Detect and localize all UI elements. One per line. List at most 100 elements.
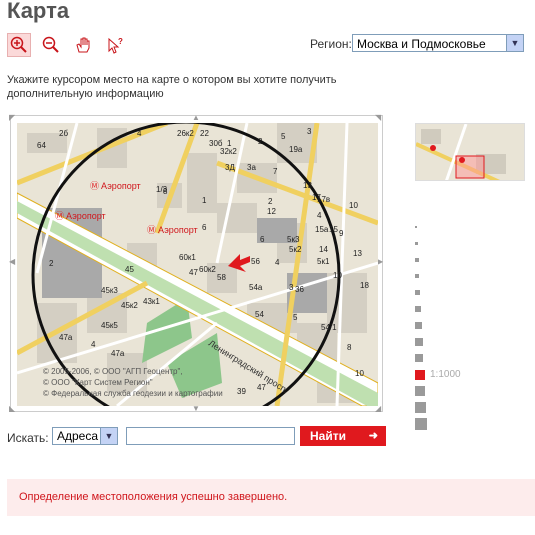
copyright-line: © Федеральная служба геодезии и картогра… (43, 389, 223, 398)
info-pointer-icon: ? (108, 37, 123, 54)
pan-upright-icon[interactable]: ◥ (375, 113, 381, 122)
zoom-level-step[interactable] (415, 338, 423, 346)
svg-text:?: ? (118, 37, 123, 46)
zoom-out-tool[interactable] (39, 33, 63, 57)
zoom-level-step[interactable] (415, 402, 426, 413)
zoom-level-step[interactable] (415, 274, 420, 279)
pan-left-icon[interactable]: ◀ (9, 257, 15, 266)
find-button[interactable]: Найти ➜ (300, 426, 386, 446)
overview-map[interactable] (415, 123, 525, 181)
region-label: Регион: (310, 37, 352, 51)
search-input[interactable] (126, 427, 295, 445)
pan-downleft-icon[interactable]: ◣ (9, 404, 15, 413)
search-label: Искать: (7, 431, 49, 445)
zoom-level-step[interactable] (415, 242, 418, 245)
metro-icon: Ⓜ (55, 211, 65, 221)
building-number: 60к1 (179, 253, 196, 262)
find-button-label: Найти (310, 429, 346, 443)
zoom-level-step[interactable] (415, 226, 417, 228)
building-number: 17в (317, 195, 331, 204)
building-number: 36 (295, 285, 304, 294)
map-copyright: © 2005-2006, © ООО "АГП Геоцентр", © ООО… (43, 366, 223, 399)
region-select[interactable]: Москва и Подмосковье ▼ (352, 34, 524, 52)
building-number: 8 (347, 343, 352, 352)
building-number: 15а (315, 225, 329, 234)
building-number: 4 (275, 258, 280, 267)
building-number: 10 (333, 271, 342, 280)
metro-station-name: Аэропорт (158, 225, 198, 235)
building-number: 54а (249, 283, 263, 292)
building-number: 39 (237, 387, 246, 396)
metro-station-name: Аэропорт (66, 211, 106, 221)
building-number: 54/1 (321, 323, 337, 332)
building-number: 7 (273, 167, 278, 176)
building-number: 64 (37, 141, 46, 150)
building-number: 45к3 (101, 286, 118, 295)
building-number: 4 (317, 211, 322, 220)
building-number: 60к2 (199, 265, 216, 274)
building-number: 5к2 (289, 245, 302, 254)
zoom-level-step[interactable] (415, 258, 419, 262)
metro-station-label[interactable]: Ⓜ Аэропорт (147, 223, 198, 236)
building-number: 13 (303, 181, 312, 190)
zoom-level-step[interactable] (415, 386, 425, 396)
map-hint: Укажите курсором место на карте о которо… (7, 74, 337, 100)
building-number: 47а (111, 349, 125, 358)
building-number: 2 (258, 137, 263, 146)
building-number: 47 (257, 383, 266, 392)
building-number: 4 (137, 129, 142, 138)
overview-graphic (416, 124, 506, 180)
info-pointer-tool[interactable]: ? (103, 33, 127, 57)
building-number: 5 (293, 313, 298, 322)
building-number: 47 (189, 268, 198, 277)
building-number: 10 (349, 201, 358, 210)
metro-station-label[interactable]: Ⓜ Аэропорт (90, 179, 141, 192)
building-number: 1 (227, 139, 232, 148)
building-number: 3 (289, 283, 294, 292)
building-number: 5к1 (317, 257, 330, 266)
hand-pan-tool[interactable] (71, 33, 95, 57)
map-toolbar: ? (7, 33, 127, 57)
building-number: 4 (91, 340, 96, 349)
building-number: 32к2 (220, 147, 237, 156)
metro-station-label[interactable]: Ⓜ Аэропорт (55, 209, 106, 222)
map-canvas[interactable]: 64 2б 4 26к2 22 30б 32к2 1 2 5 3 19а 3Д 3а 7 13 17 17в 2 10… (17, 123, 378, 406)
building-number: 15 (329, 225, 338, 234)
zoom-level-step[interactable] (415, 306, 421, 312)
building-number: 14 (319, 245, 328, 254)
building-number: 13 (353, 249, 362, 258)
building-number: 9 (339, 229, 344, 238)
building-number: 45к2 (121, 301, 138, 310)
building-number: 6 (202, 223, 207, 232)
chevron-down-icon: ▼ (506, 35, 523, 51)
region-selected-value: Москва и Подмосковье (357, 37, 486, 51)
building-number: 3а (247, 163, 256, 172)
zoom-in-tool[interactable] (7, 33, 31, 57)
search-type-value: Адреса (57, 429, 99, 443)
copyright-line: © ООО "Карт Систем Регион" (43, 378, 153, 387)
zoom-scale-label: 1:1000 (430, 369, 461, 380)
building-number: 3Д (225, 163, 235, 172)
building-number: 22 (200, 129, 209, 138)
search-type-select[interactable]: Адреса ▼ (52, 427, 118, 445)
building-number: 56 (251, 257, 260, 266)
building-number: 2 (49, 259, 54, 268)
copyright-line: © 2005-2006, © ООО "АГП Геоцентр", (43, 367, 183, 376)
pan-up-icon[interactable]: ▲ (192, 113, 200, 122)
pan-upleft-icon[interactable]: ◤ (9, 113, 15, 122)
hand-pan-icon (76, 37, 90, 53)
zoom-in-icon (10, 36, 27, 53)
status-message: Определение местоположения успешно завер… (7, 479, 535, 516)
building-number: 2б (59, 129, 69, 138)
metro-icon: Ⓜ (147, 225, 157, 235)
building-number: 54 (255, 310, 264, 319)
building-number: 45 (125, 265, 134, 274)
building-number: 10 (355, 369, 364, 378)
zoom-level-step[interactable] (415, 418, 427, 430)
zoom-level-step[interactable] (415, 290, 421, 296)
building-number: 5к3 (287, 235, 300, 244)
building-number: 1 (202, 196, 207, 205)
zoom-level-step[interactable] (415, 354, 424, 363)
zoom-level-step[interactable] (415, 370, 425, 380)
zoom-level-step[interactable] (415, 322, 422, 329)
